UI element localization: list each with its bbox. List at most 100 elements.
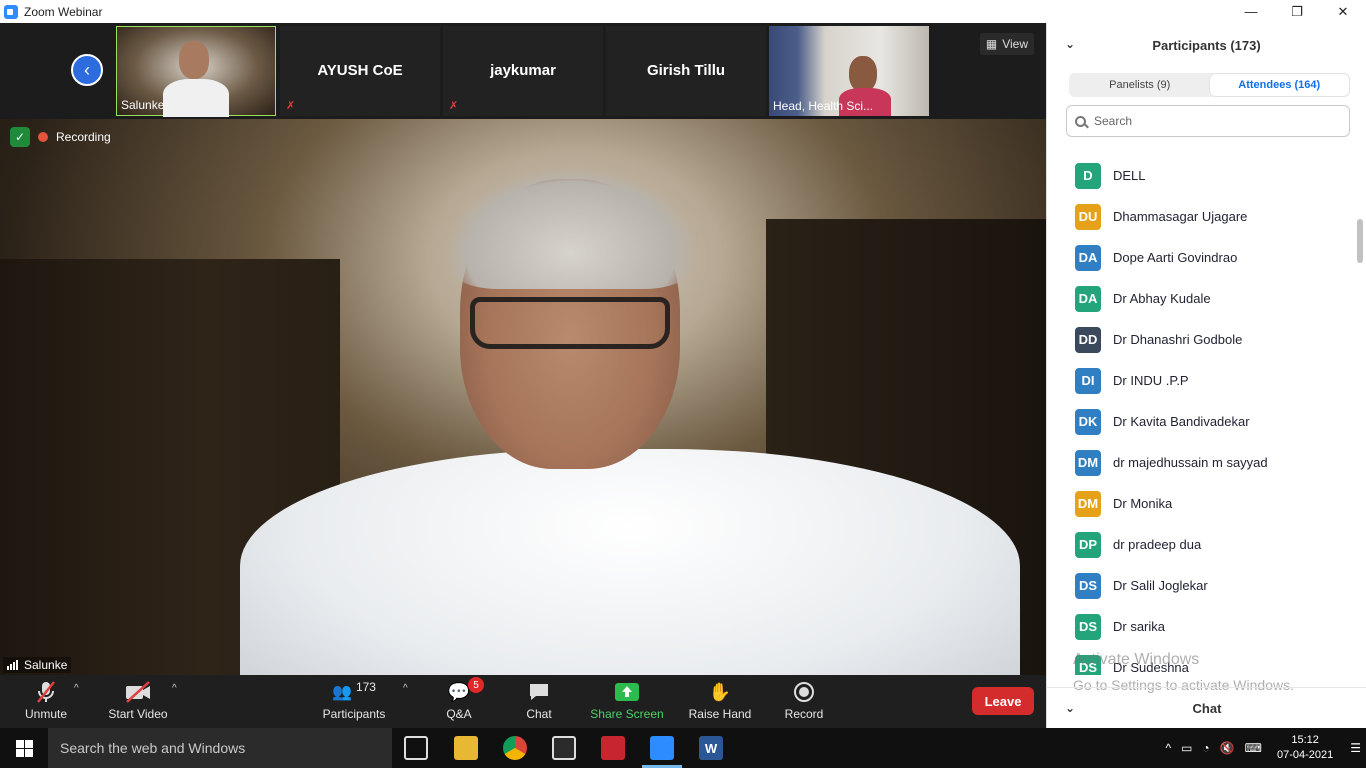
system-tray: ^ ▭ ◔ 🔇 ⌨ 15:12 07-04-2021 ☰	[1160, 728, 1366, 768]
file-explorer-icon[interactable]	[454, 736, 478, 760]
word-icon[interactable]: W	[699, 736, 723, 760]
store-icon[interactable]	[552, 736, 576, 760]
attendee-row[interactable]: DA Dr Abhay Kudale	[1047, 278, 1357, 319]
raise-hand-button[interactable]: ✋ Raise Hand	[688, 679, 752, 722]
chevron-down-icon[interactable]: ⌄	[1065, 701, 1075, 715]
attendee-row[interactable]: DS Dr Salil Joglekar	[1047, 565, 1357, 606]
participant-face	[179, 41, 209, 79]
search-icon	[1075, 115, 1086, 127]
volume-muted-icon[interactable]: 🔇	[1220, 741, 1235, 755]
chat-section-header[interactable]: ⌄ Chat	[1047, 687, 1366, 728]
clock-date: 07-04-2021	[1276, 749, 1334, 761]
tile-center-name: Girish Tillu	[646, 62, 726, 79]
participants-button[interactable]: 👥 173 Participants	[320, 679, 388, 721]
chrome-icon[interactable]	[503, 736, 527, 760]
close-button[interactable]: ✕	[1320, 0, 1366, 23]
record-icon	[782, 679, 826, 705]
notification-icon[interactable]: ☰	[1350, 741, 1361, 755]
battery-icon[interactable]: ▭	[1181, 741, 1192, 755]
name-tile-jaykumar[interactable]: jaykumar ✗	[443, 26, 603, 116]
grid-view-icon: ▦	[985, 37, 998, 51]
participants-icon-wrap: 👥 173	[320, 679, 388, 705]
share-screen-button[interactable]: Share Screen	[590, 679, 664, 721]
audio-options-caret[interactable]: ^	[74, 683, 79, 694]
active-speaker-video: ✓ Recording Salunke	[0, 119, 1046, 675]
shield-icon[interactable]: ✓	[10, 127, 30, 147]
qa-badge: 5	[468, 677, 484, 693]
unmute-button[interactable]: Unmute	[18, 679, 74, 721]
language-icon[interactable]: ⌨	[1245, 741, 1262, 755]
tile-center-name: jaykumar	[490, 62, 556, 79]
attendee-row[interactable]: DU Dhammasagar Ujagare	[1047, 196, 1357, 237]
leave-button[interactable]: Leave	[972, 687, 1034, 715]
video-options-caret[interactable]: ^	[172, 683, 177, 694]
chevron-left-icon[interactable]: ‹	[71, 54, 103, 86]
video-area: ‹ Salunke AYUSH CoE ✗ jaykumar ✗ Girish …	[0, 23, 1046, 675]
avatar: DS	[1075, 572, 1101, 599]
attendee-name: dr pradeep dua	[1113, 537, 1202, 552]
video-tile-head-health[interactable]: Head, Health Sci...	[769, 26, 929, 116]
record-button[interactable]: Record	[782, 679, 826, 721]
avatar: DM	[1075, 449, 1101, 476]
attendee-row[interactable]: DS Dr sarika	[1047, 606, 1357, 647]
participant-shirt	[163, 79, 229, 117]
video-tile-salunke[interactable]: Salunke	[116, 26, 276, 117]
attendee-row[interactable]: DM dr majedhussain m sayyad	[1047, 442, 1357, 483]
chevron-up-icon[interactable]: ^	[1165, 741, 1171, 755]
signal-strength-icon	[7, 660, 18, 670]
attendee-row[interactable]: DK Dr Kavita Bandivadekar	[1047, 401, 1357, 442]
attendee-name: DELL	[1113, 168, 1146, 183]
start-video-label: Start Video	[108, 707, 168, 721]
zoom-taskbar-icon[interactable]	[650, 736, 674, 760]
chevron-down-icon[interactable]: ⌄	[1065, 37, 1075, 51]
attendee-name: Dope Aarti Govindrao	[1113, 250, 1238, 265]
avatar: D	[1075, 162, 1101, 189]
tab-attendees[interactable]: Attendees (164)	[1209, 74, 1349, 96]
maximize-button[interactable]: ❐	[1274, 0, 1320, 23]
name-tile-ayush[interactable]: AYUSH CoE ✗	[280, 26, 440, 116]
scrollbar-thumb[interactable]	[1357, 219, 1363, 263]
app-red-icon[interactable]	[601, 736, 625, 760]
qa-label: Q&A	[446, 707, 472, 721]
attendee-row[interactable]: DM Dr Monika	[1047, 483, 1357, 524]
wifi-icon[interactable]: ◔	[1202, 741, 1209, 755]
recording-indicator: ✓ Recording	[10, 127, 111, 147]
tab-panelists[interactable]: Panelists (9)	[1070, 74, 1210, 96]
tile-center-name: AYUSH CoE	[317, 62, 403, 79]
attendee-name: Dr INDU .P.P	[1113, 373, 1189, 388]
activate-windows-title: Activate Windows	[1073, 651, 1200, 668]
start-video-button[interactable]: Start Video	[106, 679, 170, 721]
view-button[interactable]: ▦ View	[979, 33, 1034, 55]
attendee-name: Dr sarika	[1113, 619, 1166, 634]
attendee-row[interactable]: D DELL	[1047, 155, 1357, 196]
start-button[interactable]	[0, 728, 48, 768]
task-view-icon[interactable]	[404, 736, 428, 760]
chat-button[interactable]: Chat	[520, 679, 558, 721]
participants-options-caret[interactable]: ^	[403, 683, 408, 694]
attendee-row[interactable]: DA Dope Aarti Govindrao	[1047, 237, 1357, 278]
attendee-row[interactable]: DP dr pradeep dua	[1047, 524, 1357, 565]
avatar: DD	[1075, 326, 1101, 353]
avatar: DM	[1075, 490, 1101, 517]
participant-search-input[interactable]: Search	[1066, 105, 1350, 137]
clock[interactable]: 15:12 07-04-2021	[1277, 733, 1333, 763]
attendee-name: Dr Salil Joglekar	[1113, 578, 1208, 593]
taskbar-search-input[interactable]: Search the web and Windows	[48, 728, 392, 768]
name-tile-girish[interactable]: Girish Tillu	[606, 26, 766, 116]
record-dot-icon	[38, 132, 48, 142]
view-label: View	[1002, 37, 1028, 51]
clock-time: 15:12	[1291, 734, 1319, 746]
tile-name: Head, Health Sci...	[773, 99, 874, 113]
chat-label: Chat	[526, 707, 552, 721]
mic-muted-icon	[18, 679, 74, 705]
minimize-button[interactable]: —	[1228, 0, 1274, 23]
participants-label: Participants	[322, 707, 386, 721]
attendee-name: dr majedhussain m sayyad	[1113, 455, 1268, 470]
title-bar: Zoom Webinar — ❐ ✕	[0, 0, 1366, 23]
avatar: DS	[1075, 613, 1101, 640]
attendee-row[interactable]: DD Dr Dhanashri Godbole	[1047, 319, 1357, 360]
participants-count: 173	[355, 680, 376, 694]
mic-muted-icon: ✗	[449, 100, 459, 112]
attendee-row[interactable]: DI Dr INDU .P.P	[1047, 360, 1357, 401]
hand-icon: ✋	[708, 681, 732, 702]
